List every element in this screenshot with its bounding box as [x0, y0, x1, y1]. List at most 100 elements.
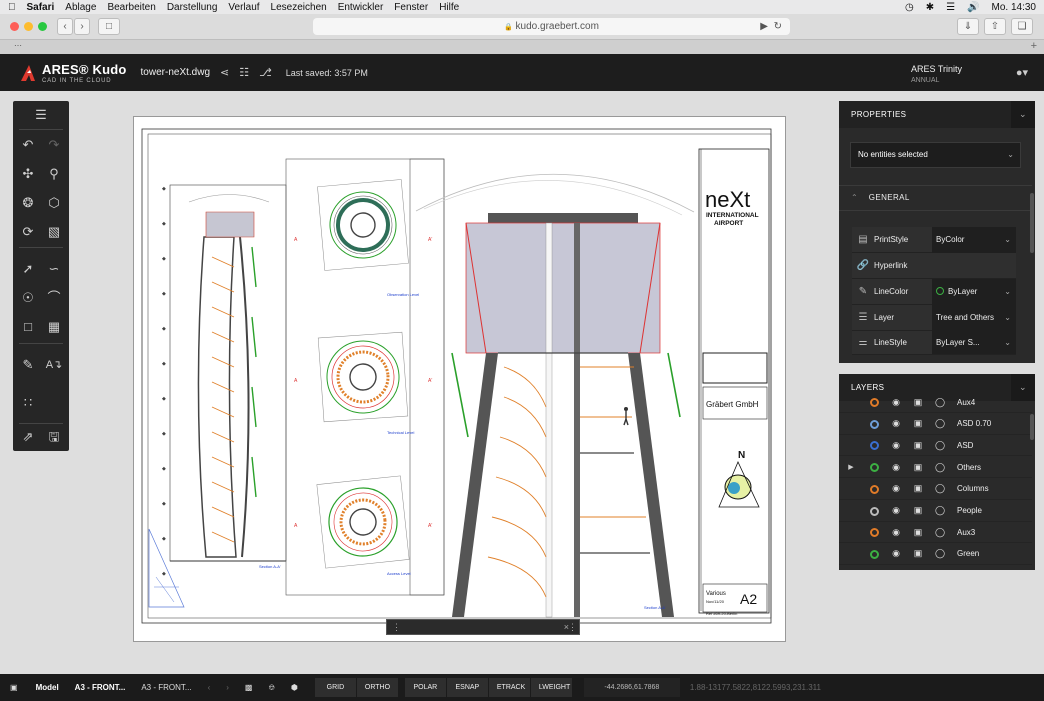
prop-row-linecolor[interactable]: ✎ LineColor ByLayer ⌄ — [852, 278, 1016, 305]
comment-icon[interactable]: ☷ — [239, 66, 249, 79]
eye-icon[interactable]: ◉ — [885, 548, 907, 559]
prop-row-printstyle[interactable]: ▤ PrintStyle ByColor ⌄ — [852, 226, 1016, 253]
freeze-drop-icon[interactable]: ◯ — [929, 440, 951, 451]
eye-icon[interactable]: ◉ — [885, 483, 907, 494]
prop-row-layer[interactable]: ☰ Layer Tree and Others ⌄ — [852, 304, 1016, 331]
layer-row[interactable]: ◉ ▣ ◯ People — [839, 501, 1032, 522]
snap-settings-icon[interactable]: ⎊ — [260, 674, 282, 701]
lock-icon[interactable]: ▣ — [907, 483, 929, 494]
save-icon[interactable]: 🖫 — [43, 426, 65, 448]
selection-dropdown[interactable]: No entities selected ⌄ — [850, 142, 1021, 168]
undo-icon[interactable]: ↶ — [17, 134, 39, 156]
menu-entwickler[interactable]: Entwickler — [338, 2, 384, 13]
layer-row[interactable]: ◉ ▣ ◯ Columns — [839, 479, 1032, 500]
line-icon[interactable]: ➚ — [17, 258, 39, 280]
menu-bearbeiten[interactable]: Bearbeiten — [107, 2, 155, 13]
circle-icon[interactable]: ☉ — [17, 287, 39, 309]
layer-color-icon[interactable] — [863, 440, 885, 451]
wifi-icon[interactable]: ☰ — [946, 2, 955, 13]
eye-icon[interactable]: ◉ — [885, 440, 907, 451]
collapse-properties-icon[interactable]: ⌄ — [1011, 101, 1035, 128]
layer-color-icon[interactable] — [863, 397, 885, 408]
layout-panel-icon[interactable]: ▣ — [0, 674, 28, 701]
share-icon[interactable]: ⇧ — [984, 18, 1006, 35]
bluetooth-icon[interactable]: ✱ — [926, 2, 934, 13]
prop-value[interactable]: ByColor ⌄ — [932, 226, 1016, 253]
reader-icon[interactable]: ▶ — [760, 18, 768, 35]
lock-icon[interactable]: ▣ — [907, 397, 929, 408]
lock-icon[interactable]: ▣ — [907, 548, 929, 559]
layer-color-icon[interactable] — [863, 462, 885, 473]
drawing-sheet[interactable]: ◆ ◆ ◆ ◆ ◆ ◆ ◆ ◆ ◆ ◆ ◆ ◆ Section A-A' Observation … — [133, 116, 786, 642]
grid-icon[interactable]: ⋯ — [14, 41, 22, 50]
freeze-drop-icon[interactable]: ◯ — [929, 418, 951, 429]
tab-layout-1[interactable]: A3 - FRONT... — [67, 674, 134, 701]
eye-icon[interactable]: ◉ — [885, 505, 907, 516]
freeze-drop-icon[interactable]: ◯ — [929, 505, 951, 516]
layer-color-icon[interactable] — [863, 419, 885, 429]
toggle-lweight[interactable]: LWEIGHT — [529, 678, 572, 697]
rectangle-icon[interactable]: □ — [17, 316, 39, 338]
eye-icon[interactable]: ◉ — [885, 397, 907, 408]
eye-icon[interactable]: ◉ — [885, 418, 907, 429]
command-line[interactable]: ⋮ × ⋮ — [386, 619, 580, 635]
lock-icon[interactable]: ▣ — [907, 505, 929, 516]
lock-icon[interactable]: ▣ — [907, 418, 929, 429]
downloads-icon[interactable]: ⇓ — [957, 18, 979, 35]
properties-scrollbar[interactable] — [1030, 193, 1034, 253]
command-menu-icon[interactable]: ⋮ — [568, 620, 577, 634]
text-icon[interactable]: A↴ — [43, 354, 65, 376]
layout-icon[interactable]: ▩ — [237, 674, 261, 701]
account-info[interactable]: ARES Trinity ANNUAL — [911, 63, 962, 87]
sidebar-icon[interactable]: □ — [98, 18, 120, 35]
prop-row-linestyle[interactable]: ⚌ LineStyle ByLayer S... ⌄ — [852, 331, 1016, 355]
back-icon[interactable]: ‹ — [57, 18, 73, 35]
eye-icon[interactable]: ◉ — [885, 462, 907, 473]
reload-icon[interactable]: ↻ — [774, 18, 782, 35]
toggle-polar[interactable]: POLAR — [403, 678, 446, 697]
hatch-icon[interactable]: ▦ — [43, 316, 65, 338]
toggle-etrack[interactable]: ETRACK — [487, 678, 530, 697]
prop-value[interactable] — [932, 253, 1016, 279]
volume-icon[interactable]: 🔊 — [967, 2, 979, 13]
share-link-icon[interactable]: ⋖ — [220, 66, 229, 79]
edit-icon[interactable]: ✎ — [17, 354, 39, 376]
time-machine-icon[interactable]: ◷ — [905, 2, 914, 13]
drawing-canvas[interactable]: ◆ ◆ ◆ ◆ ◆ ◆ ◆ ◆ ◆ ◆ ◆ ◆ Section A-A' Observation … — [134, 117, 787, 643]
menu-verlauf[interactable]: Verlauf — [228, 2, 259, 13]
polyline-icon[interactable]: ∽ — [43, 258, 65, 280]
tab-next-icon[interactable]: › — [218, 674, 237, 701]
menu-app-safari[interactable]: Safari — [27, 2, 55, 13]
versions-icon[interactable]: ⎇ — [259, 66, 272, 79]
menu-darstellung[interactable]: Darstellung — [167, 2, 218, 13]
lock-icon[interactable]: ▣ — [907, 440, 929, 451]
user-menu-icon[interactable]: ●▾ — [1016, 66, 1028, 79]
hamburger-menu-icon[interactable]: ☰ — [30, 104, 52, 126]
view-cube-icon[interactable]: ⬡ — [43, 192, 65, 214]
layer-row[interactable]: ◉ ▣ ◯ Aux4 — [839, 392, 1032, 413]
new-tab-icon[interactable]: + — [1031, 40, 1037, 52]
menu-lesezeichen[interactable]: Lesezeichen — [271, 2, 327, 13]
3d-view-icon[interactable]: ⬢ — [283, 674, 306, 701]
freeze-drop-icon[interactable]: ◯ — [929, 483, 951, 494]
prop-value[interactable]: ByLayer S... ⌄ — [932, 331, 1016, 354]
tabs-overview-icon[interactable]: ❏ — [1011, 18, 1033, 35]
layer-color-icon[interactable] — [863, 549, 885, 559]
prop-value[interactable]: Tree and Others ⌄ — [932, 304, 1016, 331]
url-bar[interactable]: 🔒 kudo.graebert.com ▶ ↻ — [313, 18, 790, 35]
layer-color-icon[interactable] — [863, 527, 885, 538]
layer-row[interactable]: ▶ ◉ ▣ ◯ Others — [839, 457, 1032, 479]
layer-row[interactable]: ◉ ▣ ◯ Aux3 — [839, 522, 1032, 544]
lock-icon[interactable]: ▣ — [907, 462, 929, 473]
lock-icon[interactable]: ▣ — [907, 527, 929, 538]
freeze-drop-icon[interactable]: ◯ — [929, 462, 951, 473]
toggle-ortho[interactable]: ORTHO — [355, 678, 398, 697]
zoom-icon[interactable]: ⚲ — [43, 163, 65, 185]
tab-prev-icon[interactable]: ‹ — [200, 674, 219, 701]
apple-icon[interactable]:  — [8, 2, 16, 13]
toggle-esnap[interactable]: ESNAP — [445, 678, 488, 697]
tab-layout-2[interactable]: A3 - FRONT... — [133, 674, 199, 701]
menu-fenster[interactable]: Fenster — [394, 2, 428, 13]
freeze-drop-icon[interactable]: ◯ — [929, 548, 951, 559]
forward-icon[interactable]: › — [74, 18, 90, 35]
